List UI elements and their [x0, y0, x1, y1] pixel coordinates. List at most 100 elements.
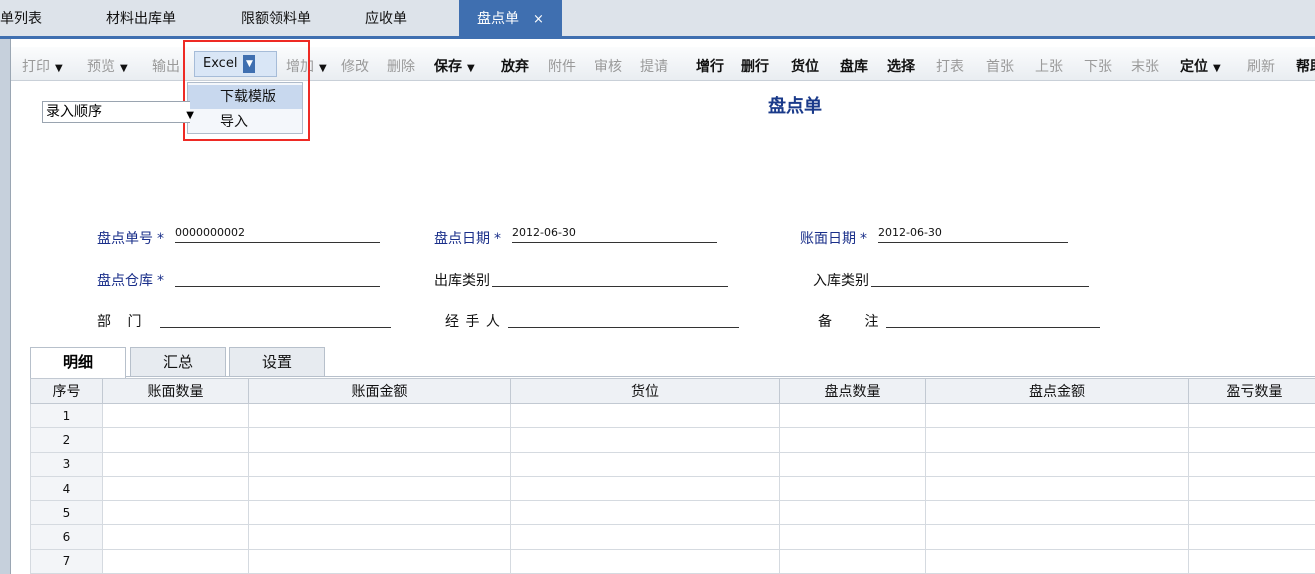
- audit-button[interactable]: 审核: [594, 47, 622, 81]
- grid-cell[interactable]: [102, 402, 249, 429]
- grid-cell[interactable]: [510, 500, 780, 526]
- column-header-book-amount[interactable]: 账面金额: [248, 378, 511, 404]
- preview-button[interactable]: 预览 ▼: [87, 47, 128, 81]
- tab-doc-list[interactable]: 单列表: [0, 0, 42, 38]
- table-row[interactable]: 6: [30, 524, 1315, 550]
- tab-detail[interactable]: 明细: [30, 347, 126, 378]
- grid-cell[interactable]: [510, 475, 780, 502]
- grid-cell[interactable]: [510, 548, 780, 574]
- grid-cell[interactable]: [248, 524, 511, 550]
- column-header-book-qty[interactable]: 账面数量: [102, 378, 249, 404]
- delete-button[interactable]: 删除: [387, 47, 415, 81]
- grid-cell[interactable]: [510, 402, 780, 429]
- first-record-button[interactable]: 首张: [986, 47, 1014, 81]
- grid-cell[interactable]: [248, 451, 511, 477]
- tab-material-outbound[interactable]: 材料出库单: [106, 0, 176, 38]
- chevron-down-icon[interactable]: ▼: [186, 106, 194, 126]
- grid-cell[interactable]: [102, 451, 249, 477]
- delete-row-button[interactable]: 删行: [741, 47, 769, 81]
- grid-cell[interactable]: [925, 402, 1189, 429]
- column-header-count-amount[interactable]: 盘点金额: [925, 378, 1189, 404]
- grid-cell[interactable]: [102, 524, 249, 550]
- tab-settings[interactable]: 设置: [229, 347, 325, 376]
- save-button[interactable]: 保存 ▼: [434, 47, 475, 81]
- grid-cell[interactable]: [102, 548, 249, 574]
- help-button[interactable]: 帮助: [1296, 47, 1315, 81]
- select-button[interactable]: 选择: [887, 47, 915, 81]
- grid-cell[interactable]: [1188, 548, 1315, 574]
- dept-field[interactable]: [160, 311, 391, 328]
- out-type-field[interactable]: [492, 270, 728, 287]
- grid-cell[interactable]: [248, 548, 511, 574]
- modify-button[interactable]: 修改: [341, 47, 369, 81]
- grid-cell[interactable]: [925, 524, 1189, 550]
- table-row[interactable]: 2: [30, 427, 1315, 453]
- chevron-down-icon[interactable]: ▼: [55, 63, 63, 74]
- print-button[interactable]: 打印 ▼: [22, 47, 63, 81]
- grid-cell[interactable]: [779, 548, 926, 574]
- remark-field[interactable]: [886, 311, 1100, 328]
- in-type-field[interactable]: [871, 270, 1089, 287]
- grid-cell[interactable]: [248, 402, 511, 429]
- grid-cell[interactable]: [102, 500, 249, 526]
- table-row[interactable]: 7: [30, 548, 1315, 574]
- tab-inventory-count[interactable]: 盘点单 ×: [459, 0, 562, 38]
- grid-cell[interactable]: [510, 524, 780, 550]
- grid-cell[interactable]: [779, 500, 926, 526]
- prev-record-button[interactable]: 上张: [1035, 47, 1063, 81]
- grid-cell[interactable]: [925, 548, 1189, 574]
- left-collapse-strip[interactable]: [0, 39, 11, 574]
- table-row[interactable]: 3: [30, 451, 1315, 477]
- column-header-diff-qty[interactable]: 盈亏数量: [1188, 378, 1315, 404]
- print-table-button[interactable]: 打表: [936, 47, 964, 81]
- attachment-button[interactable]: 附件: [548, 47, 576, 81]
- tab-quota-requisition[interactable]: 限额领料单: [241, 0, 311, 38]
- chevron-down-icon[interactable]: ▼: [120, 63, 128, 74]
- doc-date-field[interactable]: 2012-06-30: [512, 226, 717, 243]
- location-button[interactable]: 货位: [791, 47, 819, 81]
- tab-receivable[interactable]: 应收单: [365, 0, 407, 38]
- sort-order-select[interactable]: 录入顺序 ▼: [42, 101, 194, 123]
- next-record-button[interactable]: 下张: [1084, 47, 1112, 81]
- book-date-field[interactable]: 2012-06-30: [878, 226, 1068, 243]
- grid-cell[interactable]: [925, 475, 1189, 502]
- grid-cell[interactable]: [510, 451, 780, 477]
- grid-cell[interactable]: [102, 427, 249, 453]
- column-header-location[interactable]: 货位: [510, 378, 780, 404]
- grid-cell[interactable]: [1188, 451, 1315, 477]
- grid-cell[interactable]: [779, 427, 926, 453]
- grid-cell[interactable]: [102, 475, 249, 502]
- grid-cell[interactable]: [248, 475, 511, 502]
- grid-cell[interactable]: [1188, 427, 1315, 453]
- last-record-button[interactable]: 末张: [1131, 47, 1159, 81]
- reminder-button[interactable]: 提请: [640, 47, 668, 81]
- add-row-button[interactable]: 增行: [696, 47, 724, 81]
- output-button[interactable]: 输出: [152, 47, 180, 81]
- discard-button[interactable]: 放弃: [501, 47, 529, 81]
- grid-cell[interactable]: [248, 500, 511, 526]
- table-row[interactable]: 1: [30, 402, 1315, 429]
- column-header-count-qty[interactable]: 盘点数量: [779, 378, 926, 404]
- chevron-down-icon[interactable]: ▼: [467, 63, 475, 74]
- close-icon[interactable]: ×: [533, 12, 544, 27]
- grid-cell[interactable]: [248, 427, 511, 453]
- locate-button[interactable]: 定位 ▼: [1180, 47, 1221, 81]
- refresh-button[interactable]: 刷新: [1247, 47, 1275, 81]
- grid-cell[interactable]: [925, 451, 1189, 477]
- grid-cell[interactable]: [779, 402, 926, 429]
- grid-cell[interactable]: [1188, 524, 1315, 550]
- grid-cell[interactable]: [925, 427, 1189, 453]
- grid-cell[interactable]: [925, 500, 1189, 526]
- doc-no-field[interactable]: 0000000002: [175, 226, 380, 243]
- chevron-down-icon[interactable]: ▼: [319, 63, 327, 74]
- grid-cell[interactable]: [1188, 475, 1315, 502]
- grid-cell[interactable]: [510, 427, 780, 453]
- table-row[interactable]: 4: [30, 475, 1315, 502]
- stock-check-button[interactable]: 盘库: [840, 47, 868, 81]
- grid-cell[interactable]: [1188, 402, 1315, 429]
- grid-cell[interactable]: [779, 524, 926, 550]
- chevron-down-icon[interactable]: ▼: [1213, 63, 1221, 74]
- grid-cell[interactable]: [779, 451, 926, 477]
- handler-field[interactable]: [508, 311, 739, 328]
- grid-cell[interactable]: [779, 475, 926, 502]
